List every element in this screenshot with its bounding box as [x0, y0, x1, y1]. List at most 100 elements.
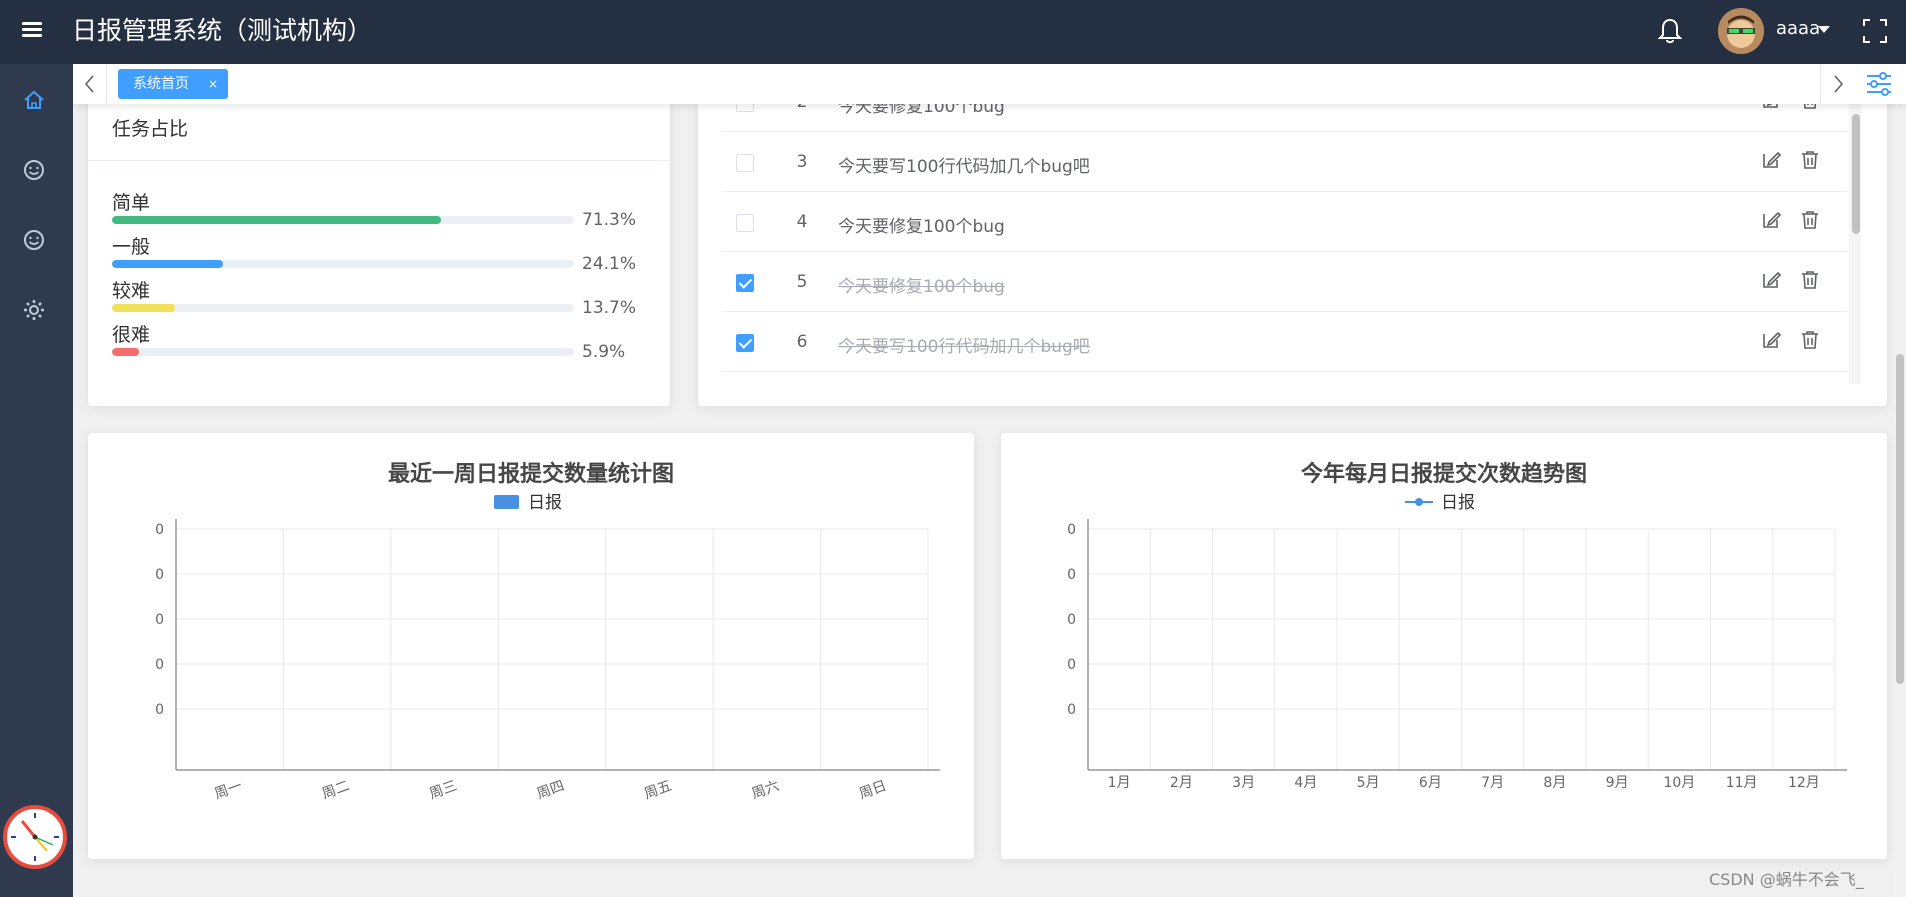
app-title: 日报管理系统（测试机构） — [72, 16, 373, 45]
avatar[interactable] — [1718, 8, 1764, 54]
progress-track — [112, 216, 574, 224]
y-tick-label: 0 — [155, 567, 164, 583]
smile-icon[interactable] — [20, 156, 48, 184]
x-tick-label: 2月 — [1170, 775, 1193, 791]
progress-label: 较难 — [112, 280, 151, 302]
progress-percent: 71.3% — [582, 210, 637, 230]
progress-percent: 24.1% — [582, 254, 637, 274]
divider — [88, 160, 670, 161]
chevron-left-icon — [84, 75, 94, 93]
progress-percent: 13.7% — [582, 298, 637, 318]
x-tick-label: 7月 — [1481, 775, 1504, 791]
watermark: CSDN @蜗牛不会飞_ — [1709, 870, 1864, 889]
task-ratio-card: 任务占比 简单 71.3% 一般 24.1% 较难 13.7% 很难 5.9% — [88, 80, 670, 406]
progress-track — [112, 304, 574, 312]
top-header: 日报管理系统（测试机构） aaaa — [0, 0, 1906, 64]
username[interactable]: aaaa — [1776, 18, 1820, 39]
x-tick-label: 周四 — [535, 778, 567, 803]
chart-title: 最近一周日报提交数量统计图 — [388, 461, 674, 487]
todo-text: 今天要修复100个bug — [838, 277, 1005, 297]
progress-fill — [112, 348, 140, 356]
edit-icon[interactable] — [1760, 329, 1782, 351]
todo-text: 今天要写100行代码加几个bug吧 — [838, 157, 1090, 177]
trash-icon[interactable] — [1799, 329, 1821, 351]
y-tick-label: 0 — [1067, 567, 1076, 583]
y-tick-label: 0 — [1067, 612, 1076, 628]
x-tick-label: 周二 — [320, 778, 352, 803]
todo-text: 今天要修复100个bug — [838, 217, 1005, 237]
todo-number: 5 — [796, 272, 808, 292]
progress-track — [112, 348, 574, 356]
legend-label: 日报 — [1441, 493, 1475, 513]
x-tick-label: 9月 — [1606, 775, 1629, 791]
weekly-chart-card: 最近一周日报提交数量统计图 日报 0 0 0 0 0 周一 周二 周三 周四 周五 周六 周日 — [88, 433, 974, 859]
progress-track — [112, 260, 574, 268]
bell-icon[interactable] — [1656, 16, 1684, 46]
tags-scroll-left[interactable] — [73, 64, 107, 104]
trash-icon[interactable] — [1799, 149, 1821, 171]
todo-checkbox[interactable] — [736, 154, 754, 172]
tags-scroll-right[interactable] — [1820, 64, 1854, 104]
smile-icon[interactable] — [20, 226, 48, 254]
edit-icon[interactable] — [1760, 149, 1782, 171]
fullscreen-icon[interactable] — [1862, 18, 1888, 44]
menu-toggle-icon[interactable] — [20, 18, 44, 42]
x-tick-label: 12月 — [1788, 775, 1820, 791]
progress-percent: 5.9% — [582, 342, 626, 362]
legend-label: 日报 — [528, 493, 562, 513]
y-tick-label: 0 — [1067, 522, 1076, 538]
tag-home-label: 系统首页 — [133, 76, 189, 92]
x-tick-label: 11月 — [1726, 775, 1758, 791]
todo-number: 4 — [796, 212, 808, 232]
x-tick-label: 8月 — [1543, 775, 1566, 791]
chevron-right-icon — [1834, 75, 1844, 93]
todo-row: 4 今天要修复100个bug — [722, 192, 1847, 252]
edit-icon[interactable] — [1760, 269, 1782, 291]
todo-scrollbar[interactable] — [1849, 104, 1861, 384]
trash-icon[interactable] — [1799, 209, 1821, 231]
y-tick-label: 0 — [155, 657, 164, 673]
tag-home[interactable]: 系统首页 × — [118, 69, 228, 99]
todo-row: 6 今天要写100行代码加几个bug吧 — [722, 312, 1847, 372]
todo-checkbox[interactable] — [736, 334, 754, 352]
x-tick-label: 周一 — [212, 778, 244, 803]
weekly-bar-chart: 最近一周日报提交数量统计图日报 0 0 0 0 0 周一 周二 周三 周四 周五 周六 周日 — [155, 461, 940, 803]
x-tick-label: 4月 — [1294, 775, 1317, 791]
x-tick-label: 周日 — [857, 778, 889, 803]
chevron-down-icon[interactable] — [1818, 26, 1830, 33]
x-tick-label: 5月 — [1357, 775, 1380, 791]
legend-swatch — [494, 495, 519, 509]
page-scrollbar[interactable] — [1894, 104, 1906, 897]
todo-row: 3 今天要写100行代码加几个bug吧 — [722, 132, 1847, 192]
progress-label: 很难 — [112, 324, 151, 346]
x-tick-label: 3月 — [1232, 775, 1255, 791]
tags-bar: 系统首页 × — [73, 64, 1906, 104]
todo-row: 5 今天要修复100个bug — [722, 252, 1847, 312]
legend-marker — [1415, 498, 1423, 506]
clock-icon — [9, 811, 61, 863]
scrollbar-thumb[interactable] — [1852, 114, 1860, 234]
x-tick-label: 1月 — [1108, 775, 1131, 791]
progress-label: 一般 — [112, 236, 151, 258]
progress-fill — [112, 216, 442, 224]
progress-label: 简单 — [112, 192, 151, 214]
y-tick-label: 0 — [155, 522, 164, 538]
x-tick-label: 6月 — [1419, 775, 1442, 791]
home-icon[interactable] — [20, 86, 48, 114]
todo-checkbox[interactable] — [736, 214, 754, 232]
todo-list-card: 2 今天要修复100个bug 3 今天要写100行代码加几个bug吧 4 今天要… — [698, 80, 1887, 406]
x-tick-label: 周五 — [642, 778, 674, 803]
todo-checkbox[interactable] — [736, 274, 754, 292]
x-tick-label: 周三 — [427, 778, 459, 803]
clock-widget — [3, 805, 67, 869]
monthly-chart-card: 今年每月日报提交次数趋势图 日报 0 0 0 0 0 1月 2月 3月 4月 5月 6月 7月 8月 9月 10… — [1001, 433, 1887, 859]
sliders-icon[interactable] — [1863, 68, 1895, 100]
edit-icon[interactable] — [1760, 209, 1782, 231]
todo-text: 今天要写100行代码加几个bug吧 — [838, 337, 1090, 357]
scrollbar-thumb[interactable] — [1896, 354, 1904, 684]
progress-fill — [112, 260, 224, 268]
gear-icon[interactable] — [20, 296, 48, 324]
trash-icon[interactable] — [1799, 269, 1821, 291]
tag-close-icon[interactable]: × — [208, 69, 218, 99]
y-tick-label: 0 — [1067, 702, 1076, 718]
